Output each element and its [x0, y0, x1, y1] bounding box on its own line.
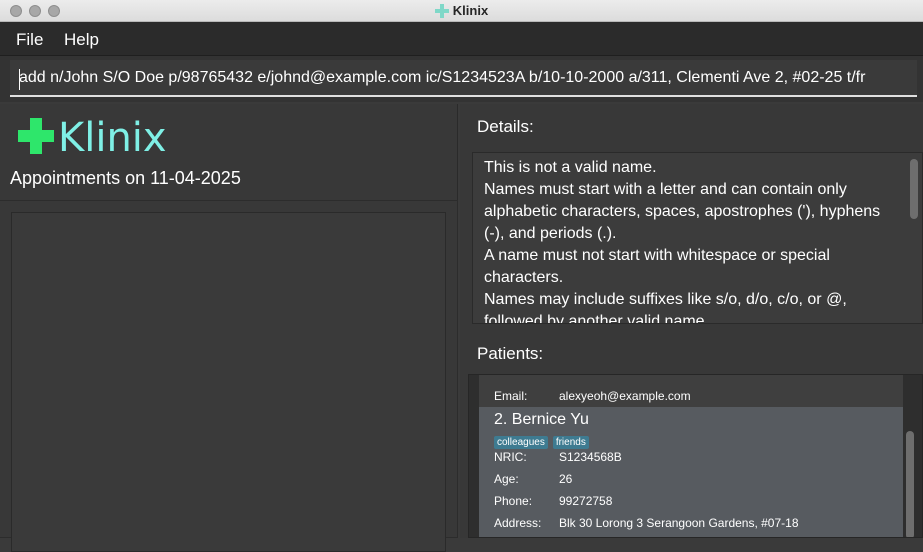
- right-pane: Details: This is not a valid name. Names…: [460, 104, 923, 538]
- window-title-container: Klinix: [0, 3, 923, 18]
- patients-scrollbar[interactable]: [906, 431, 914, 537]
- patient-name: 2. Bernice Yu: [494, 411, 589, 428]
- details-line: alphabetic characters, spaces, apostroph…: [484, 203, 881, 220]
- command-input[interactable]: add n/John S/O Doe p/98765432 e/johnd@ex…: [10, 60, 917, 97]
- email-value: alexyeoh@example.com: [559, 389, 691, 403]
- patient-tags: colleagues friends: [494, 432, 594, 450]
- window-titlebar: Klinix: [0, 0, 923, 22]
- appointments-list[interactable]: [11, 212, 446, 552]
- svg-text:Klinix: Klinix: [58, 115, 167, 156]
- details-line: followed by another valid name.: [484, 313, 710, 324]
- details-line: Names may include suffixes like s/o, d/o…: [484, 291, 847, 308]
- command-text: add n/John S/O Doe p/98765432 e/johnd@ex…: [19, 69, 866, 86]
- nric-label: NRIC:: [494, 450, 527, 464]
- details-box[interactable]: This is not a valid name. Names must sta…: [472, 152, 923, 324]
- patient-card[interactable]: Email: alexyeoh@example.com: [479, 375, 903, 407]
- tag-badge: friends: [552, 436, 589, 449]
- phone-label: Phone:: [494, 494, 533, 508]
- details-text: This is not a valid name. Names must sta…: [484, 157, 904, 324]
- appointments-panel: [0, 200, 458, 552]
- details-scrollbar[interactable]: [910, 159, 918, 219]
- age-value: 26: [559, 472, 573, 486]
- patient-card-selected[interactable]: 2. Bernice Yu colleagues friends NRIC: S1…: [479, 407, 903, 537]
- command-area: add n/John S/O Doe p/98765432 e/johnd@ex…: [0, 56, 923, 102]
- phone-value: 99272758: [559, 494, 613, 508]
- details-line: Names must start with a letter and can c…: [484, 181, 847, 198]
- appointments-title: Appointments on 11-04-2025: [10, 168, 241, 188]
- details-line: (-), and periods (.).: [484, 225, 617, 242]
- menu-file[interactable]: File: [16, 30, 43, 50]
- patients-list: Email: alexyeoh@example.com 2. Bernice Y…: [468, 374, 923, 538]
- menu-help[interactable]: Help: [64, 30, 99, 50]
- klinix-logo: Klinix: [18, 114, 188, 161]
- klinix-logo-icon: Klinix: [18, 115, 167, 161]
- details-line: A name must not start with whitespace or…: [484, 247, 830, 264]
- window-title: Klinix: [452, 3, 489, 18]
- menu-bar: File Help: [0, 22, 923, 56]
- email-label: Email:: [494, 389, 528, 403]
- details-label: Details:: [477, 117, 534, 136]
- address-label: Address:: [494, 516, 542, 530]
- text-caret: [19, 69, 20, 90]
- details-line: This is not a valid name.: [484, 159, 657, 176]
- details-line: characters.: [484, 269, 564, 286]
- patients-label: Patients:: [477, 344, 544, 363]
- address-value: Blk 30 Lorong 3 Serangoon Gardens, #07-1…: [559, 516, 799, 530]
- age-label: Age:: [494, 472, 519, 486]
- tag-badge: colleagues: [494, 436, 548, 449]
- nric-value: S1234568B: [559, 450, 622, 464]
- left-pane: Klinix Appointments on 11-04-2025: [0, 104, 458, 552]
- app-plus-icon: [434, 4, 449, 18]
